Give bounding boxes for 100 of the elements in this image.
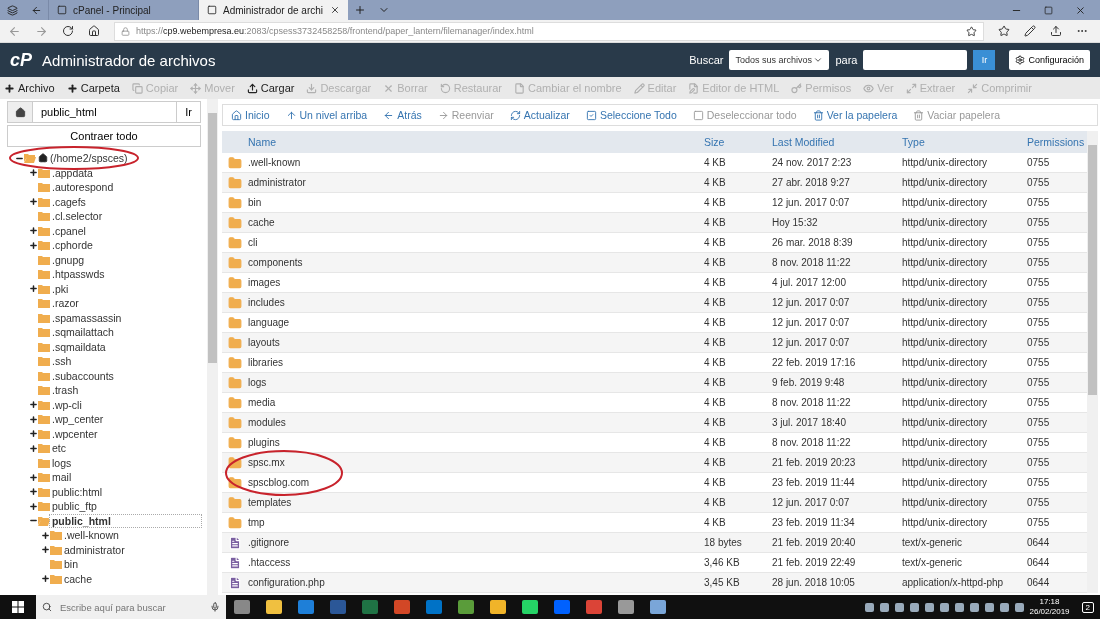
settings-button[interactable]: Configuración	[1009, 50, 1090, 70]
nav-link[interactable]: Actualizar	[509, 109, 570, 121]
nav-link[interactable]: Ver la papelera	[812, 109, 898, 121]
tree-item[interactable]: .wp-cli	[50, 398, 84, 411]
browser-tab[interactable]: Administrador de archi	[198, 0, 348, 20]
set-aside-icon[interactable]	[30, 4, 42, 16]
home-icon[interactable]	[14, 106, 26, 118]
path-field[interactable]: public_html	[33, 101, 177, 123]
expand-toggle-icon[interactable]	[29, 240, 38, 250]
tree-item[interactable]: public_ftp	[50, 500, 99, 513]
tree-item[interactable]: .razor	[50, 297, 81, 310]
tree-item[interactable]: .appdata	[50, 166, 95, 179]
clock-date[interactable]: 26/02/2019	[1029, 607, 1070, 617]
expand-toggle-icon[interactable]	[29, 414, 38, 424]
nav-link[interactable]: Seleccione Todo	[585, 109, 677, 121]
expand-toggle-icon[interactable]	[29, 226, 38, 236]
expand-toggle-icon[interactable]	[29, 400, 38, 410]
share-icon[interactable]	[1050, 25, 1062, 37]
pen-icon[interactable]	[1024, 25, 1036, 37]
search-field[interactable]	[863, 50, 968, 70]
clock-time[interactable]: 17:18	[1039, 597, 1060, 607]
column-header[interactable]: Permissions	[1027, 136, 1087, 148]
file-name[interactable]: spsc.mx	[248, 457, 704, 468]
file-name[interactable]: media	[248, 397, 704, 408]
expand-toggle-icon[interactable]	[29, 487, 38, 497]
file-name[interactable]: .htaccess	[248, 557, 704, 568]
tree-item[interactable]: .pki	[50, 282, 71, 295]
go-button[interactable]: Ir	[177, 101, 201, 123]
expand-toggle-icon[interactable]	[29, 501, 38, 511]
expand-toggle-icon[interactable]	[29, 429, 38, 439]
star-icon[interactable]	[966, 25, 977, 37]
tree-item[interactable]: mail	[50, 471, 74, 484]
tree-item[interactable]: public_html	[49, 514, 201, 527]
tree-item[interactable]: .trash	[50, 384, 81, 397]
tree-item[interactable]: .gnupg	[50, 253, 87, 266]
back-icon[interactable]	[8, 24, 21, 38]
restore-icon[interactable]	[1044, 5, 1053, 15]
expand-toggle-icon[interactable]	[29, 284, 38, 294]
forward-icon[interactable]	[35, 24, 48, 38]
tree-item[interactable]: .well-known	[62, 529, 121, 542]
column-header[interactable]: Name	[222, 136, 704, 148]
tree-item[interactable]: cache	[62, 572, 95, 585]
tree-item[interactable]: etc	[50, 442, 68, 455]
file-name[interactable]: language	[248, 317, 704, 328]
file-name[interactable]: cache	[248, 217, 704, 228]
file-name[interactable]: bin	[248, 197, 704, 208]
collapse-all-button[interactable]: Contraer todo	[7, 125, 201, 147]
expand-toggle-icon[interactable]	[29, 443, 38, 453]
close-icon[interactable]	[330, 5, 340, 15]
file-name[interactable]: layouts	[248, 337, 704, 348]
file-name[interactable]: logs	[248, 377, 704, 388]
file-name[interactable]: cli	[248, 237, 704, 248]
tree-item[interactable]: .wpcenter	[50, 427, 100, 440]
nav-link[interactable]: Inicio	[231, 109, 270, 121]
tree-item[interactable]: .sqmailattach	[50, 326, 116, 339]
expand-toggle-icon[interactable]	[41, 574, 50, 584]
microphone-icon[interactable]	[210, 602, 220, 612]
column-header[interactable]: Last Modified	[772, 136, 902, 148]
notification-badge[interactable]: 2	[1081, 601, 1094, 613]
file-name[interactable]: templates	[248, 497, 704, 508]
file-name[interactable]: components	[248, 257, 704, 268]
tree-item[interactable]: .autorespond	[50, 181, 116, 194]
tree-item[interactable]: .wp_center	[50, 413, 106, 426]
column-header[interactable]: Size	[704, 136, 772, 148]
expand-toggle-icon[interactable]	[29, 472, 38, 482]
tree-item[interactable]: public:html	[50, 485, 105, 498]
tree-item[interactable]: .cagefs	[50, 195, 88, 208]
file-name[interactable]: images	[248, 277, 704, 288]
expand-toggle-icon[interactable]	[29, 197, 38, 207]
file-name[interactable]: tmp	[248, 517, 704, 528]
file-name[interactable]: modules	[248, 417, 704, 428]
tree-item[interactable]: .htpasswds	[50, 268, 107, 281]
reload-icon[interactable]	[62, 25, 74, 37]
expand-toggle-icon[interactable]	[29, 168, 38, 178]
column-header[interactable]: Type	[902, 136, 1027, 148]
expand-toggle-icon[interactable]	[41, 545, 50, 555]
tree-item[interactable]: administrator	[62, 543, 127, 556]
tree-item[interactable]: .ssh	[50, 355, 74, 368]
file-name[interactable]: libraries	[248, 357, 704, 368]
new-tab-icon[interactable]	[354, 4, 366, 16]
toolbar-button[interactable]: Archivo	[4, 82, 55, 94]
scrollbar[interactable]	[207, 99, 218, 595]
file-name[interactable]: .well-known	[248, 157, 704, 168]
tree-item[interactable]: bin	[62, 558, 80, 571]
favorites-icon[interactable]	[998, 25, 1010, 37]
scrollbar[interactable]	[1087, 131, 1098, 593]
toolbar-button[interactable]: Carpeta	[66, 82, 120, 94]
home-icon[interactable]	[88, 25, 100, 37]
tree-item[interactable]: .cphorde	[50, 239, 95, 252]
tree-item[interactable]: .cpanel	[50, 224, 88, 237]
taskbar-search-box[interactable]: Escribe aquí para buscar	[36, 595, 226, 619]
expand-toggle-icon[interactable]	[41, 530, 50, 540]
tree-item[interactable]: .cl.selector	[50, 210, 105, 223]
file-name[interactable]: includes	[248, 297, 704, 308]
close-icon[interactable]	[1075, 4, 1086, 16]
scope-select[interactable]: Todos sus archivos	[729, 50, 830, 70]
tree-item[interactable]: .sqmaildata	[50, 340, 108, 353]
taskbar-search-field[interactable]: Escribe aquí para buscar	[58, 600, 204, 614]
file-name[interactable]: plugins	[248, 437, 704, 448]
nav-link[interactable]: Atrás	[383, 109, 422, 121]
